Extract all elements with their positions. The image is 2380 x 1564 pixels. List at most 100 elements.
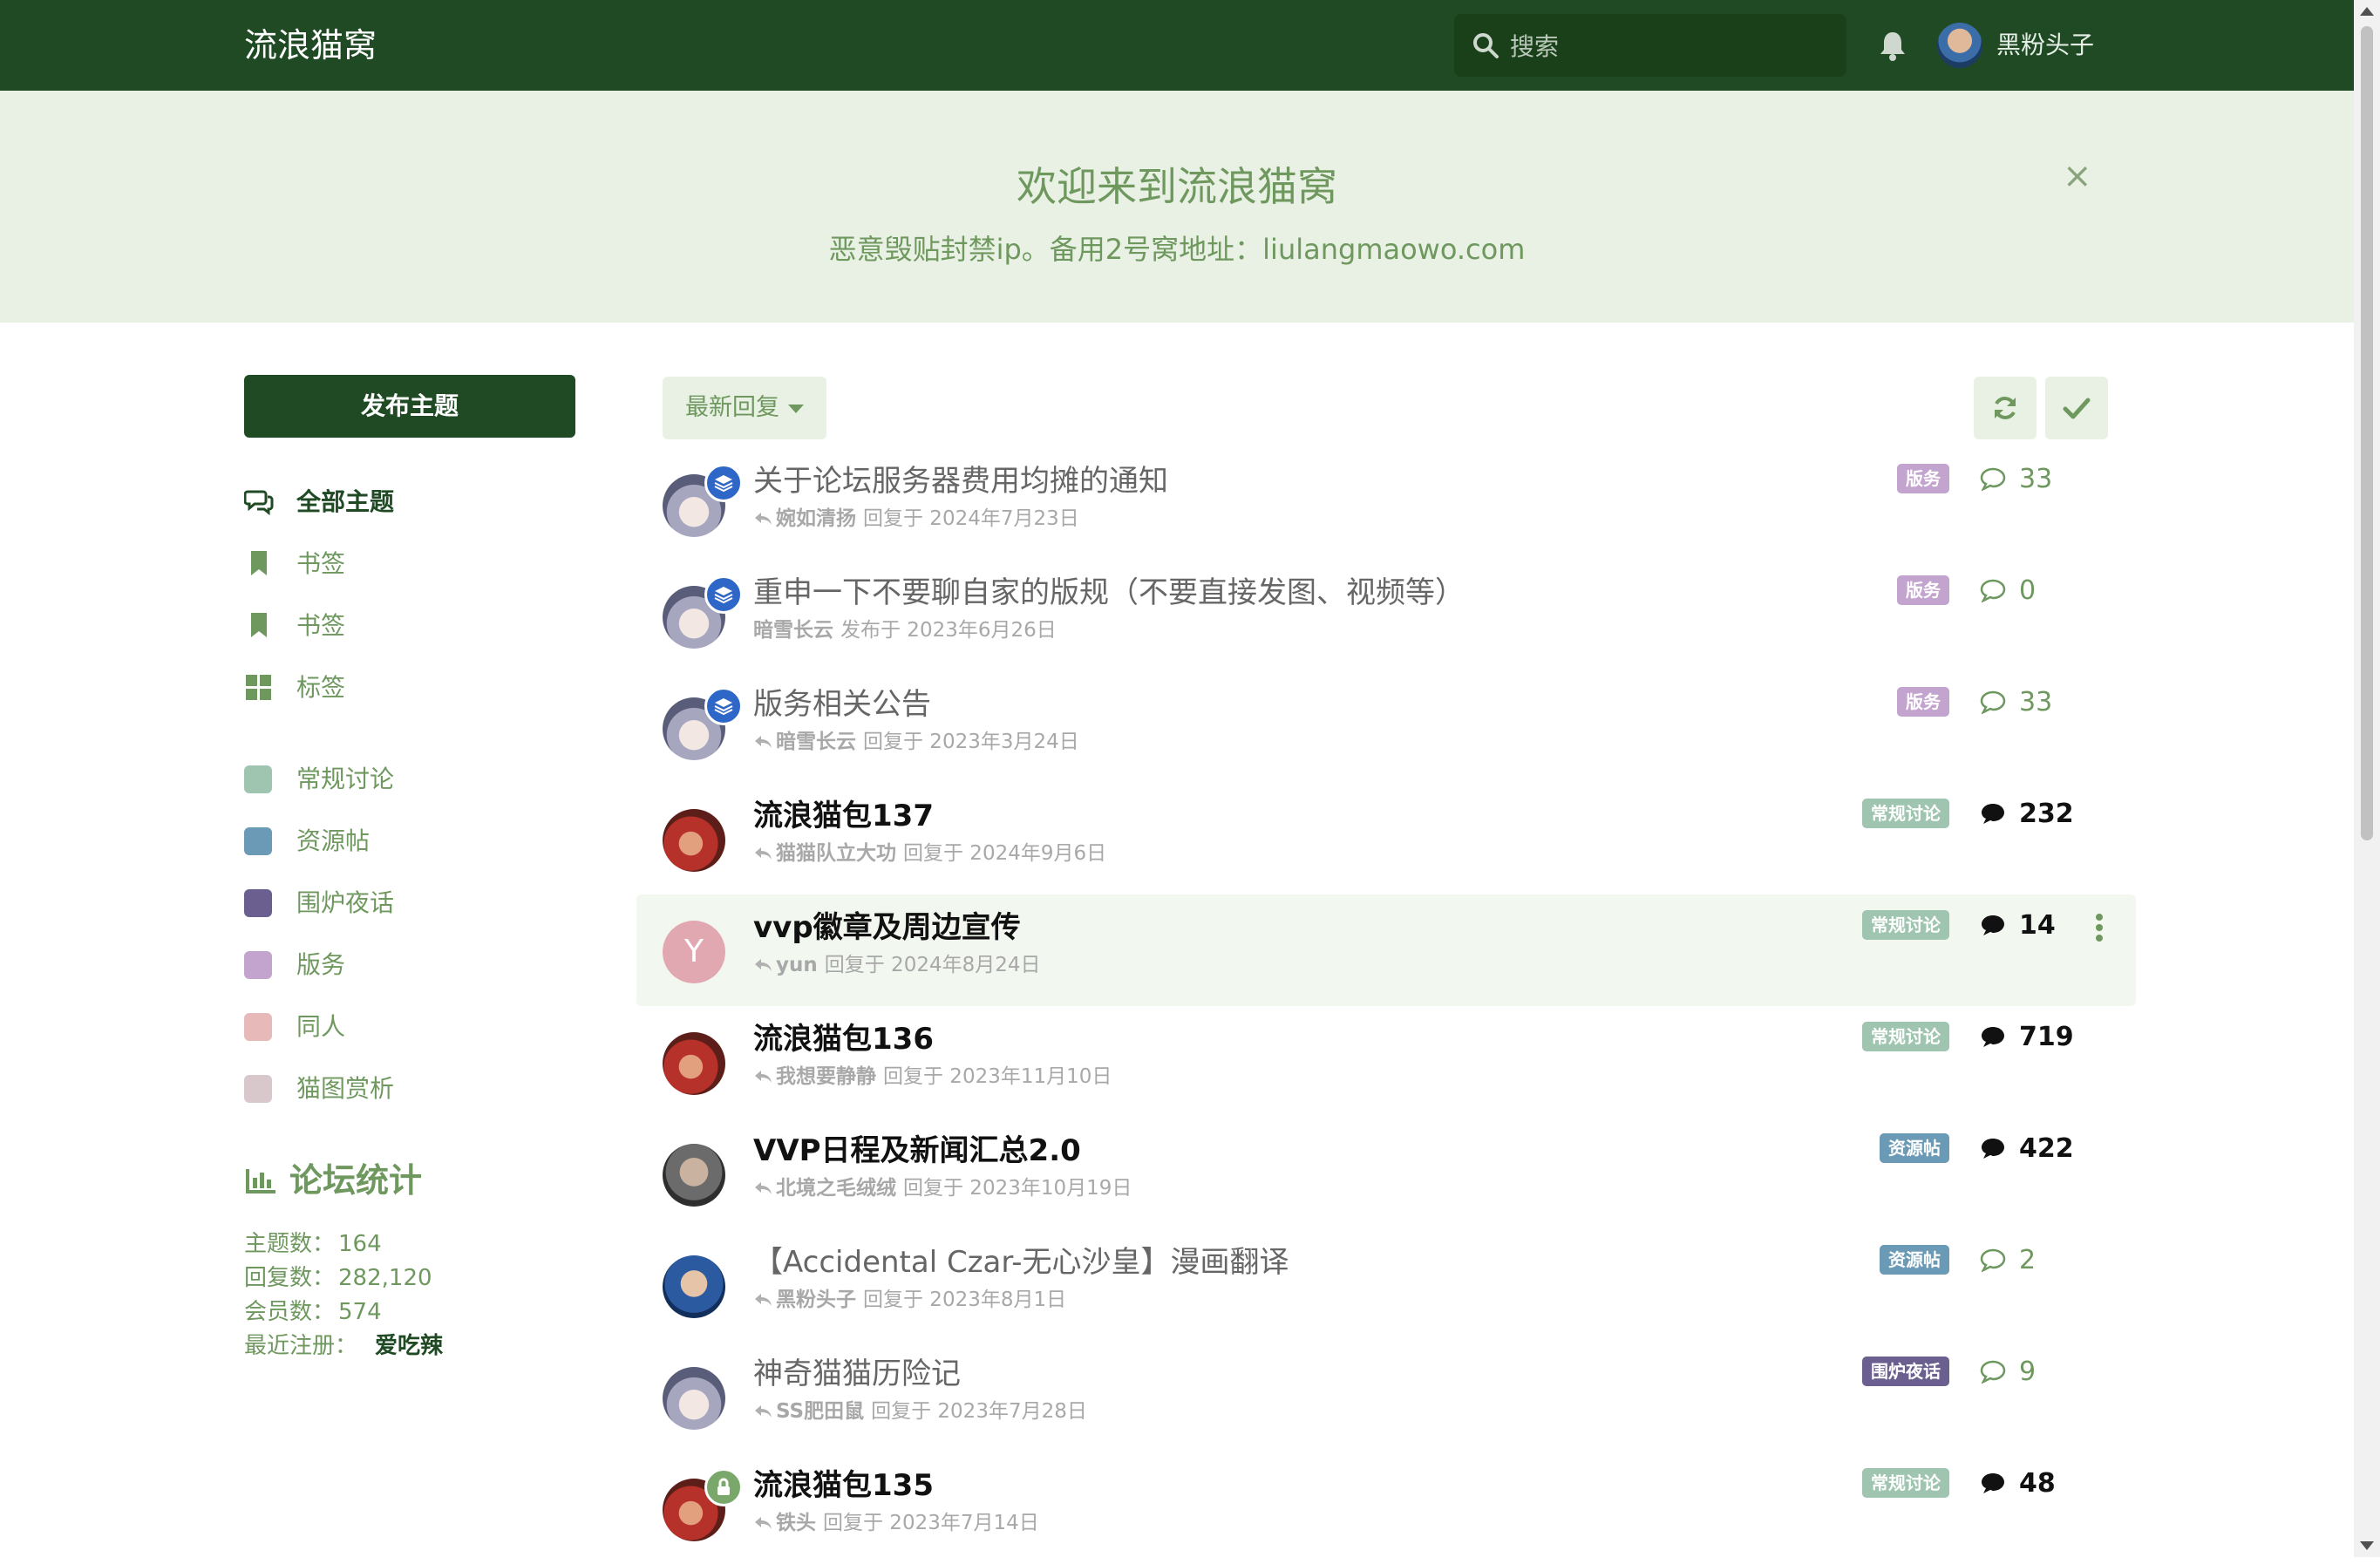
sidebar-item-tag[interactable]: 围炉夜话 [244,879,575,941]
post-time: 发布于 2023年6月26日 [840,619,1057,642]
username[interactable]: 黑粉头子 [1996,26,2094,65]
tag-label[interactable]: 版务 [1897,464,1949,493]
user-avatar[interactable] [1937,23,1982,68]
sidebar-item-tag[interactable]: 猫图赏析 [244,1064,575,1126]
discussion-title[interactable]: 流浪猫包137 [753,795,934,837]
sidebar-item-bookmark[interactable]: 书签 [244,540,575,602]
last-poster-name[interactable]: 暗雪长云 [753,619,833,642]
sidebar-nav: 全部主题 书签 书签 标签 常规讨论 资源帖 围炉夜话 版务 同人 猫图赏析 [244,478,575,1126]
discussion-title[interactable]: 关于论坛服务器费用均摊的通知 [753,460,1168,502]
page-scrollbar[interactable] [2354,0,2380,1557]
discussion-item[interactable]: 流浪猫包135 铁头 回复于 2023年7月14日 常规讨论 48 [636,1452,2136,1564]
tag-label[interactable]: 版务 [1897,575,1949,605]
tag-label[interactable]: 常规讨论 [1862,799,1949,828]
tag-label[interactable]: 资源帖 [1880,1245,1949,1275]
discussion-title[interactable]: 神奇猫猫历险记 [753,1353,961,1395]
discussion-item[interactable]: 流浪猫包137 猫猫队立大功 回复于 2024年9月6日 常规讨论 232 [636,783,2136,894]
search-input[interactable] [1508,14,1834,78]
welcome-hero: 欢迎来到流浪猫窝 恶意毁贴封禁ip。备用2号窝地址：liulangmaowo.c… [0,91,2354,323]
more-options-icon[interactable] [2092,907,2106,949]
reply-icon [755,847,772,860]
author-avatar[interactable] [663,1144,725,1207]
comment-icon [1980,1360,2006,1384]
sidebar-item-bookmark-2[interactable]: 书签 [244,602,575,663]
reply-icon [755,1182,772,1194]
refresh-icon [1995,397,2016,419]
tag-label[interactable]: 常规讨论 [1862,1468,1949,1498]
search-box[interactable] [1454,14,1846,78]
discussion-title[interactable]: 重申一下不要聊自家的版规（不要直接发图、视频等） [753,572,1465,614]
discussion-title[interactable]: vvp徽章及周边宣传 [753,907,1021,949]
reply-count-value: 33 [2019,464,2053,494]
discussion-item[interactable]: Yvvp徽章及周边宣传 yun 回复于 2024年8月24日 常规讨论 14 [636,894,2136,1006]
author-avatar[interactable] [663,1367,725,1430]
discussion-title[interactable]: 【Accidental Czar-无心沙皇】漫画翻译 [753,1241,1289,1283]
last-poster-name[interactable]: 铁头 [776,1512,816,1534]
last-poster-name[interactable]: yun [776,954,818,976]
discussion-meta: 暗雪长云 回复于 2023年3月24日 [753,727,1079,757]
tag-label[interactable]: 资源帖 [1880,1133,1949,1163]
sidebar-item-tag[interactable]: 版务 [244,941,575,1003]
tag-label[interactable]: 版务 [1897,687,1949,717]
site-title[interactable]: 流浪猫窝 [244,21,377,70]
bell-icon[interactable] [1878,30,1907,61]
scroll-thumb[interactable] [2361,26,2373,840]
discussion-item[interactable]: 【Accidental Czar-无心沙皇】漫画翻译 黑粉头子 回复于 2023年8… [636,1229,2136,1341]
stat-members: 会员数： 574 [244,1299,382,1325]
top-header: 流浪猫窝 黑粉头子 [0,0,2354,91]
sidebar-item-tag[interactable]: 资源帖 [244,817,575,879]
discussion-item[interactable]: 重申一下不要聊自家的版规（不要直接发图、视频等） 暗雪长云 发布于 2023年6月2… [636,560,2136,671]
scroll-up-arrow-icon[interactable] [2360,7,2374,16]
discussion-item[interactable]: 版务相关公告 暗雪长云 回复于 2023年3月24日 版务 33 [636,671,2136,783]
bookmark-icon [251,613,267,637]
discussion-item[interactable]: VVP日程及新闻汇总2.0 北境之毛绒绒 回复于 2023年10月19日 资源帖 422 [636,1118,2136,1229]
sidebar-item-tags[interactable]: 标签 [244,663,575,725]
tag-label[interactable]: 围炉夜话 [1862,1357,1949,1386]
hero-title: 欢迎来到流浪猫窝 [1017,163,1337,210]
discussion-item[interactable]: 流浪猫包136 我想要静静 回复于 2023年11月10日 常规讨论 719 [636,1006,2136,1118]
sidebar-item-tag[interactable]: 常规讨论 [244,755,575,817]
discussion-title[interactable]: 版务相关公告 [753,683,931,725]
discussion-meta: 北境之毛绒绒 回复于 2023年10月19日 [753,1173,1132,1203]
last-poster-name[interactable]: 我想要静静 [776,1065,876,1088]
author-avatar[interactable] [663,1255,725,1318]
scroll-down-arrow-icon[interactable] [2360,1541,2374,1550]
refresh-button[interactable] [1974,377,2037,439]
last-poster-name[interactable]: SS肥田鼠 [776,1400,864,1423]
sidebar-item-tag[interactable]: 同人 [244,1003,575,1064]
last-poster-name[interactable]: 暗雪长云 [776,731,856,753]
locked-badge-icon [704,1468,743,1506]
discussion-title[interactable]: 流浪猫包136 [753,1018,934,1060]
post-time: 回复于 2023年3月24日 [863,731,1079,753]
close-icon[interactable]: × [2063,157,2092,195]
tag-label[interactable]: 常规讨论 [1862,910,1949,940]
mark-all-read-button[interactable] [2045,377,2108,439]
comment-icon [1980,1248,2006,1272]
discussion-title[interactable]: VVP日程及新闻汇总2.0 [753,1130,1081,1172]
sort-label: 最新回复 [685,394,779,421]
author-avatar[interactable]: Y [663,921,725,983]
chevron-down-icon [788,405,804,413]
discussion-item[interactable]: 神奇猫猫历险记 SS肥田鼠 回复于 2023年7月28日 围炉夜话 9 [636,1341,2136,1452]
sidebar-item-all-discussions[interactable]: 全部主题 [244,478,575,540]
tag-color-swatch [244,765,272,793]
newest-member-link[interactable]: 爱吃辣 [375,1333,443,1359]
bar-chart-icon [246,1169,275,1193]
tag-label[interactable]: 常规讨论 [1862,1022,1949,1051]
reply-icon [755,1405,772,1418]
last-poster-name[interactable]: 婉如清扬 [776,507,856,530]
author-avatar[interactable] [663,809,725,872]
discussion-title[interactable]: 流浪猫包135 [753,1465,934,1506]
last-poster-name[interactable]: 猫猫队立大功 [776,842,896,865]
start-discussion-button[interactable]: 发布主题 [244,375,575,438]
reply-count: 33 [1979,460,2052,499]
reply-count-value: 48 [2019,1468,2056,1499]
tag-color-swatch [244,827,272,855]
discussion-meta: 铁头 回复于 2023年7月14日 [753,1508,1039,1538]
sort-dropdown[interactable]: 最新回复 [663,377,826,439]
last-poster-name[interactable]: 黑粉头子 [776,1289,856,1311]
stat-topics: 主题数： 164 [244,1231,382,1257]
discussion-item[interactable]: 关于论坛服务器费用均摊的通知 婉如清扬 回复于 2024年7月23日 版务 33 [636,448,2136,560]
author-avatar[interactable] [663,1032,725,1095]
last-poster-name[interactable]: 北境之毛绒绒 [776,1177,896,1200]
